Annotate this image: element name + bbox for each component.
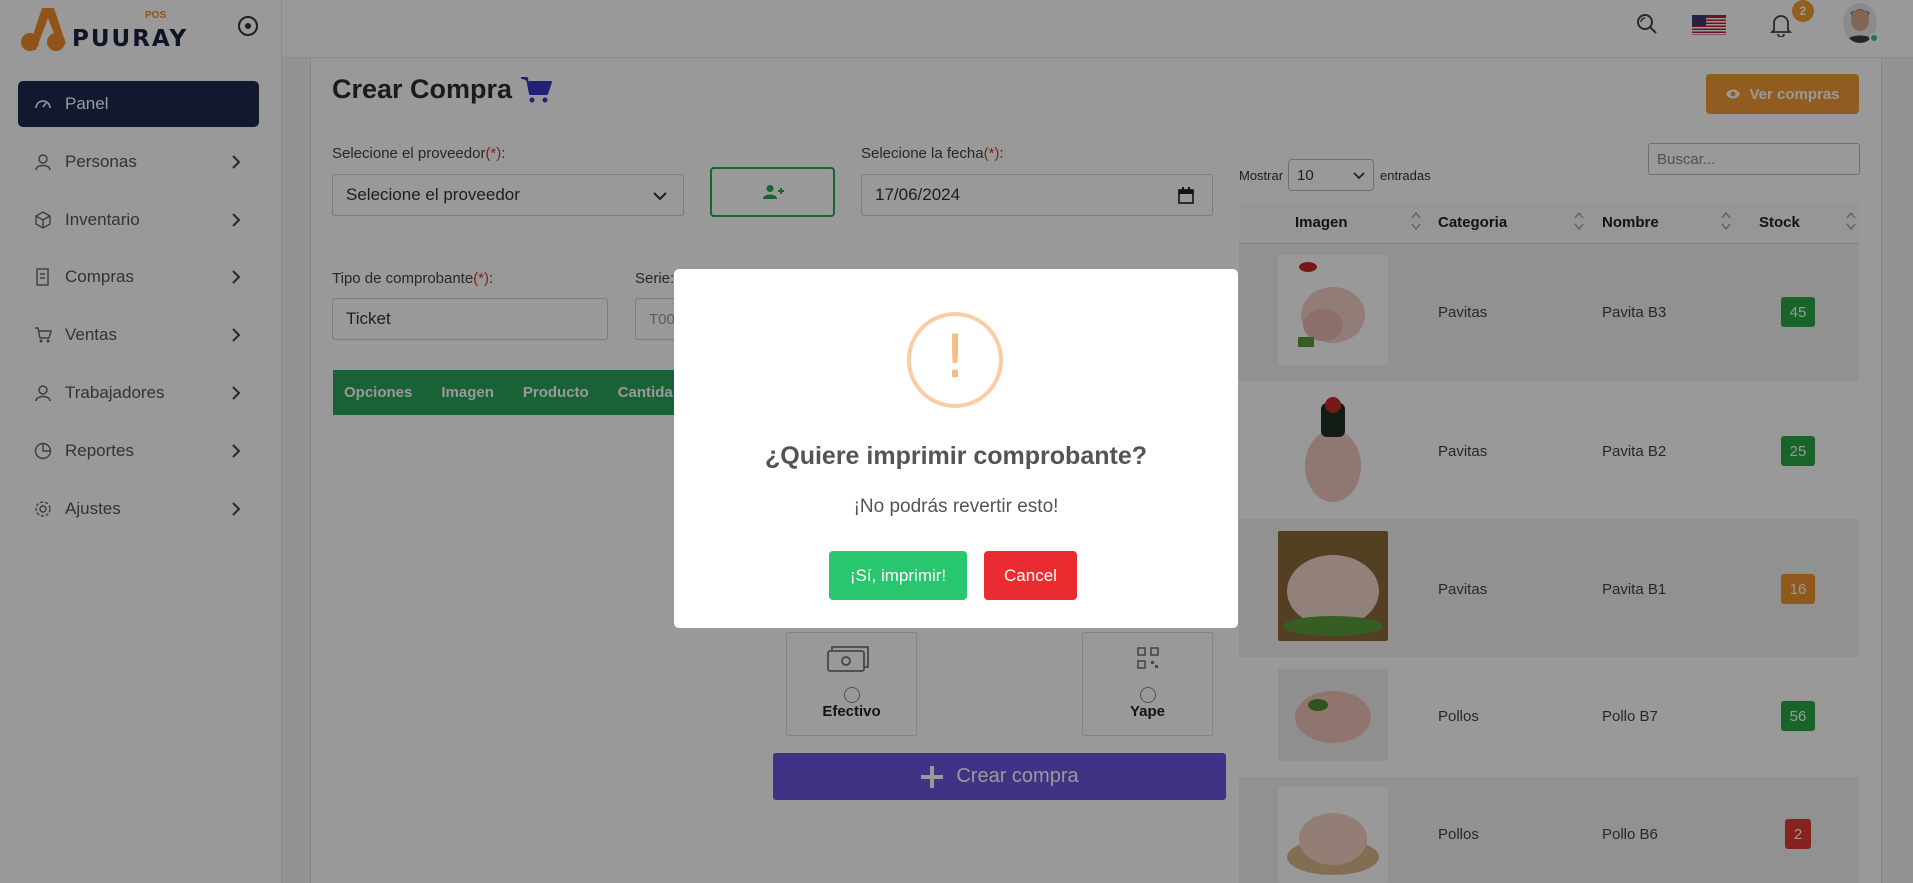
print-confirm-dialog: ! ¿Quiere imprimir comprobante? ¡No podr… xyxy=(674,269,1238,628)
dialog-title: ¿Quiere imprimir comprobante? xyxy=(764,442,1147,470)
confirm-print-button[interactable]: ¡Sí, imprimir! xyxy=(829,551,967,600)
warning-icon: ! xyxy=(907,312,1003,408)
dialog-text: ¡No podrás revertir esto! xyxy=(853,496,1059,517)
cancel-button[interactable]: Cancel xyxy=(984,551,1077,600)
warning-mark: ! xyxy=(942,322,968,392)
